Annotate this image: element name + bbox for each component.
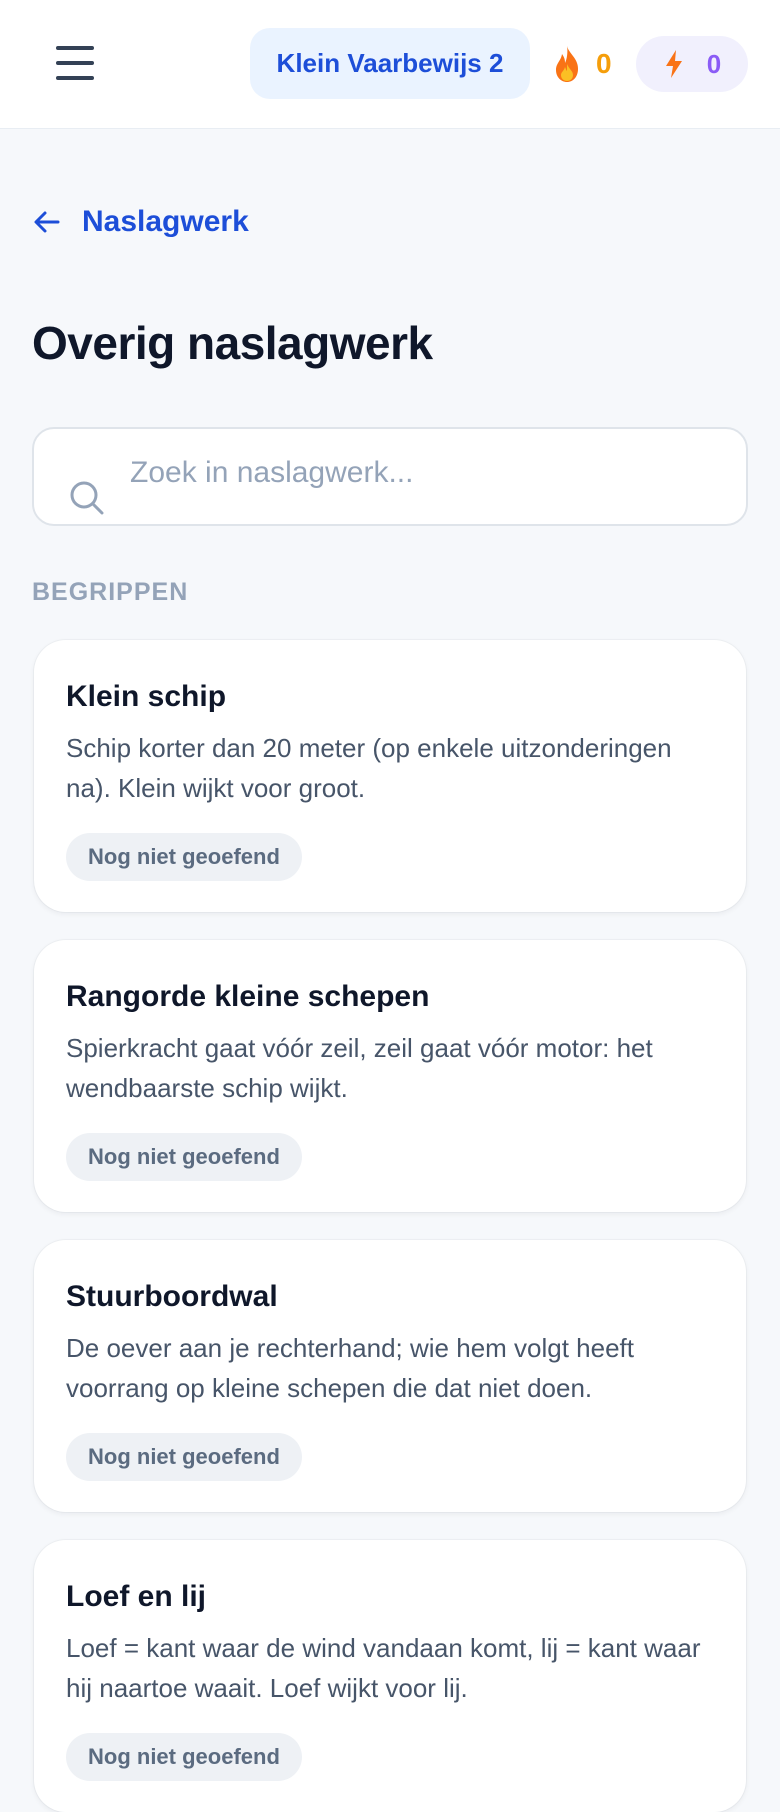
search-icon: [70, 481, 104, 515]
term-title: Klein schip: [66, 680, 227, 713]
page-title: Overig naslagwerk: [32, 317, 433, 369]
term-card[interactable]: Klein schip Schip korter dan 20 meter (o…: [34, 640, 746, 912]
flame-icon: [556, 46, 578, 82]
lightning-bolt-icon: [665, 50, 682, 78]
back-link-label: Naslagwerk: [82, 205, 249, 238]
hamburger-menu-icon[interactable]: [56, 46, 94, 80]
xp-counter[interactable]: 0: [636, 36, 748, 92]
term-card[interactable]: Loef en lij Loef = kant waar de wind van…: [34, 1540, 746, 1812]
term-description: Loef = kant waar de wind vandaan komt, l…: [66, 1633, 701, 1703]
term-card[interactable]: Stuurboordwal De oever aan je rechterhan…: [34, 1240, 746, 1512]
term-description: Schip korter dan 20 meter (op enkele uit…: [66, 733, 672, 803]
status-badge: Nog niet geoefend: [66, 1133, 302, 1181]
streak-counter[interactable]: 0: [550, 40, 612, 88]
term-card[interactable]: Rangorde kleine schepen Spierkracht gaat…: [34, 940, 746, 1212]
term-title: Stuurboordwal: [66, 1280, 278, 1313]
streak-count: 0: [596, 48, 612, 79]
search-field[interactable]: [32, 427, 748, 526]
course-label: Klein Vaarbewijs 2: [276, 48, 504, 78]
term-title: Loef en lij: [66, 1580, 207, 1613]
back-to-naslagwerk-link[interactable]: Naslagwerk: [32, 202, 249, 242]
term-description: Spierkracht gaat vóór zeil, zeil gaat vó…: [66, 1033, 653, 1103]
status-badge: Nog niet geoefend: [66, 1433, 302, 1481]
section-label-begrippen: BEGRIPPEN: [32, 578, 189, 606]
status-badge: Nog niet geoefend: [66, 1733, 302, 1781]
term-title: Rangorde kleine schepen: [66, 980, 430, 1013]
arrow-left-icon: [34, 211, 60, 233]
search-input[interactable]: [130, 443, 720, 503]
top-bar: Klein Vaarbewijs 2 0 0: [0, 0, 780, 129]
term-description: De oever aan je rechterhand; wie hem vol…: [66, 1333, 635, 1403]
status-badge: Nog niet geoefend: [66, 833, 302, 881]
xp-count: 0: [706, 48, 722, 79]
course-selector-button[interactable]: Klein Vaarbewijs 2: [250, 28, 530, 99]
